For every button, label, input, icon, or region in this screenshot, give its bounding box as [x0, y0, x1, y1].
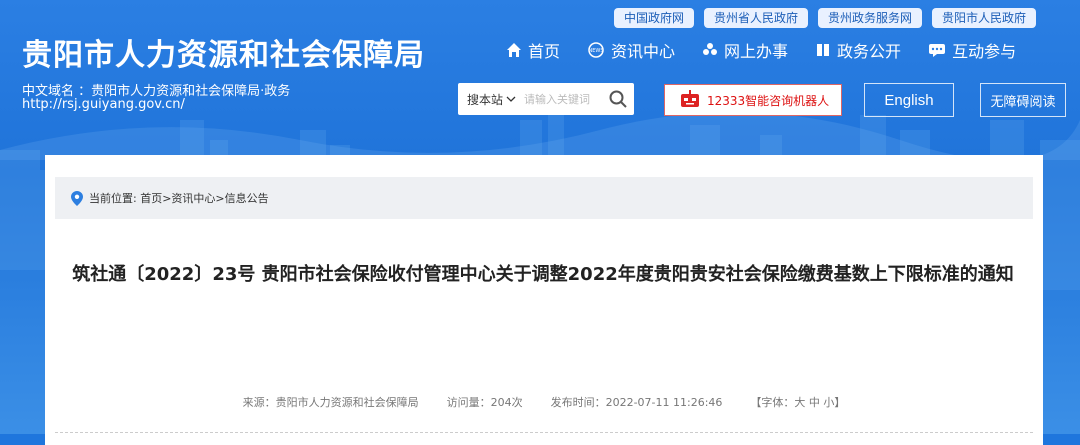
robot-icon — [681, 90, 699, 107]
nav-item-online-service[interactable]: 网上办事 — [702, 38, 788, 62]
accessibility-button[interactable]: 无障碍阅读 — [980, 83, 1066, 117]
search-icon[interactable] — [608, 89, 628, 109]
nav-item-label: 网上办事 — [724, 42, 789, 61]
nav-item-label: 首页 — [528, 42, 561, 61]
search-scope-dropdown[interactable]: 搜本站 — [458, 91, 516, 108]
nav-item-label: 政务公开 — [837, 42, 902, 61]
domain-url[interactable]: http://rsj.guiyang.gov.cn/ — [22, 97, 185, 112]
news-icon: NEWS — [588, 42, 604, 58]
nav-item-news[interactable]: NEWS 资讯中心 — [587, 38, 675, 62]
location-pin-icon — [71, 190, 83, 206]
search-scope-label: 搜本站 — [467, 92, 504, 107]
font-size-control[interactable]: 【字体：大 中 小】 — [750, 394, 845, 410]
divider — [55, 432, 1033, 433]
nav-item-label: 资讯中心 — [611, 42, 676, 61]
content-panel: 当前位置: 首页>资讯中心>信息公告 筑社通〔2022〕23号 贵阳市社会保险收… — [45, 155, 1043, 445]
book-icon — [817, 44, 830, 56]
nav-item-label: 互动参与 — [952, 42, 1017, 61]
article-views: 访问量：204次 — [446, 396, 523, 409]
home-icon — [507, 43, 521, 57]
nav-item-home[interactable]: 首页 — [506, 38, 560, 62]
breadcrumb: 当前位置: 首页>资讯中心>信息公告 — [55, 177, 1033, 219]
svg-text:NEWS: NEWS — [589, 48, 604, 54]
article-meta: 来源：贵阳市人力资源和社会保障局 访问量：204次 发布时间：2022-07-1… — [45, 394, 1043, 410]
english-button[interactable]: English — [864, 83, 954, 117]
search-input[interactable] — [522, 91, 613, 107]
article-source: 来源：贵阳市人力资源和社会保障局 — [242, 396, 419, 409]
chevron-down-icon — [506, 96, 516, 102]
breadcrumb-text[interactable]: 当前位置: 首页>资讯中心>信息公告 — [89, 190, 269, 206]
chatbot-button[interactable]: 12333智能咨询机器人 — [664, 84, 842, 116]
nav-item-gov-affairs[interactable]: 政务公开 — [815, 38, 901, 62]
top-links: 中国政府网 贵州省人民政府 贵州政务服务网 贵阳市人民政府 — [613, 8, 1036, 28]
site-title[interactable]: 贵阳市人力资源和社会保障局 — [22, 30, 425, 74]
nav-item-interaction[interactable]: 互动参与 — [928, 38, 1016, 62]
toplink-guiyang-gov[interactable]: 贵阳市人民政府 — [931, 8, 1036, 28]
chatbot-label: 12333智能咨询机器人 — [707, 93, 830, 108]
toplink-guizhou-gov[interactable]: 贵州省人民政府 — [703, 8, 808, 28]
search-box: 搜本站 — [458, 83, 634, 115]
chat-icon — [929, 44, 946, 57]
main-nav: 首页 NEWS 资讯中心 网上办事 政务公开 互动参与 — [506, 38, 1016, 62]
article-title: 筑社通〔2022〕23号 贵阳市社会保险收付管理中心关于调整2022年度贵阳贵安… — [72, 264, 1014, 285]
article-publish-time: 发布时间：2022-07-11 11:26:46 — [550, 396, 723, 409]
toplink-guizhou-service[interactable]: 贵州政务服务网 — [817, 8, 922, 28]
toplink-gov-cn[interactable]: 中国政府网 — [613, 8, 694, 28]
service-icon — [703, 43, 718, 55]
